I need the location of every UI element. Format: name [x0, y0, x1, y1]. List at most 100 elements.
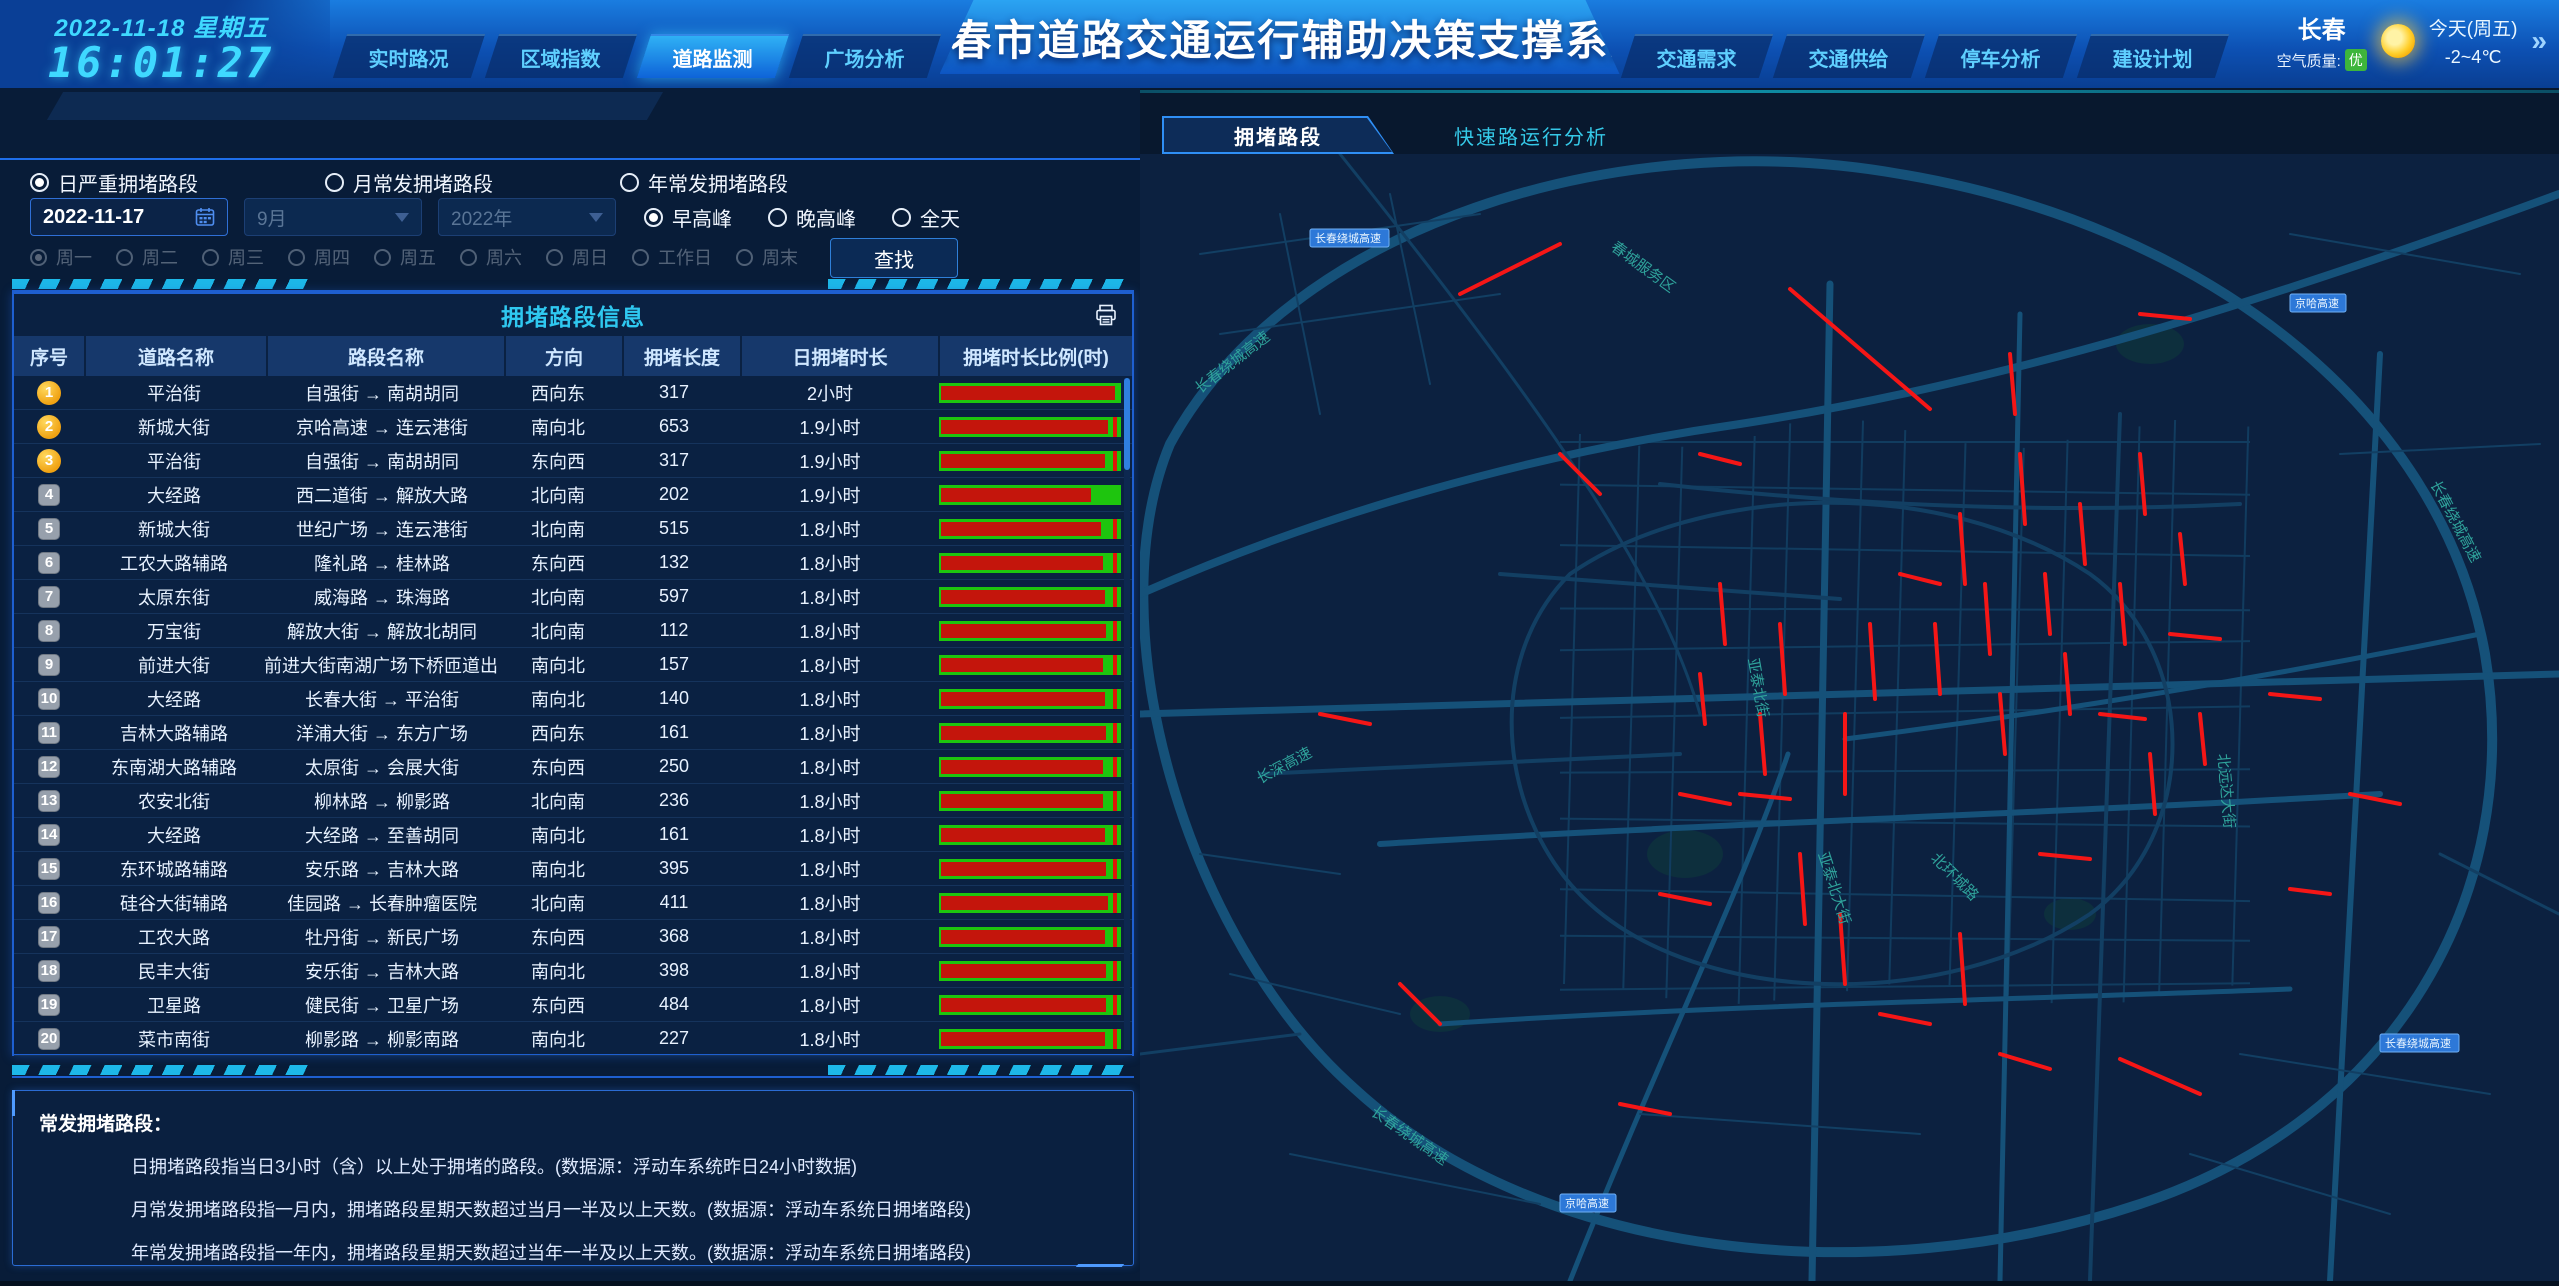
congested-segment[interactable]	[2170, 634, 2220, 639]
congested-segment[interactable]	[1935, 624, 1940, 694]
table-cell	[928, 723, 1132, 743]
weekday-option-6[interactable]: 周日	[546, 244, 608, 270]
table-cell: 隆礼路 → 桂林路	[264, 550, 500, 576]
table-row[interactable]: 11吉林大路辅路洋浦大街 → 东方广场西向东1611.8小时	[14, 716, 1132, 750]
table-cell: 597	[616, 586, 732, 607]
congested-segment[interactable]	[2290, 889, 2330, 894]
congested-segment[interactable]	[1880, 1014, 1930, 1024]
rank-badge: 16	[38, 892, 60, 914]
table-row[interactable]: 6工农大路辅路隆礼路 → 桂林路东向西1321.8小时	[14, 546, 1132, 580]
table-row[interactable]: 19卫星路健民街 → 卫星广场东向西4841.8小时	[14, 988, 1132, 1022]
table-cell	[928, 893, 1132, 913]
city-map[interactable]: 长春绕城高速春城服务区长春绕城高速长春绕城高速长深高速亚泰北街亚泰北大街北环城路…	[1140, 154, 2559, 1281]
table-row[interactable]: 8万宝街解放大街 → 解放北胡同北向南1121.8小时	[14, 614, 1132, 648]
congested-segment[interactable]	[2140, 454, 2145, 514]
map-tab-1[interactable]: 快速路运行分析	[1454, 116, 1608, 154]
weekday-option-1[interactable]: 周二	[116, 244, 178, 270]
nav-tab-right-0[interactable]: 交通需求	[1621, 34, 1773, 78]
table-cell: 202	[616, 484, 732, 505]
congested-segment[interactable]	[2045, 574, 2050, 634]
congestion-type-option-0[interactable]: 日严重拥堵路段	[30, 168, 325, 197]
weekday-option-5[interactable]: 周六	[460, 244, 522, 270]
congested-segment[interactable]	[2040, 854, 2090, 859]
table-row[interactable]: 2新城大街京哈高速 → 连云港街南向北6531.9小时	[14, 410, 1132, 444]
congested-segment[interactable]	[1960, 934, 1965, 1004]
congested-segment[interactable]	[1460, 244, 1560, 294]
scrollbar-thumb[interactable]	[1124, 378, 1130, 470]
table-row[interactable]: 4大经路西二道街 → 解放大路北向南2021.9小时	[14, 478, 1132, 512]
year-select[interactable]: 2022年	[438, 198, 616, 236]
table-row[interactable]: 10大经路长春大街 → 平治街南向北1401.8小时	[14, 682, 1132, 716]
congested-segment[interactable]	[2000, 1054, 2050, 1069]
weekday-option-8[interactable]: 周末	[736, 244, 798, 270]
congested-segment[interactable]	[1740, 794, 1790, 799]
congested-segment[interactable]	[1320, 714, 1370, 724]
congested-segment[interactable]	[2200, 714, 2205, 764]
congested-segment[interactable]	[2000, 694, 2005, 754]
nav-tab-left-3[interactable]: 广场分析	[789, 34, 941, 78]
peak-option-2[interactable]: 全天	[892, 203, 960, 232]
table-row[interactable]: 13农安北街柳林路 → 柳影路北向南2361.8小时	[14, 784, 1132, 818]
search-button[interactable]: 查找	[830, 238, 958, 278]
table-row[interactable]: 5新城大街世纪广场 → 连云港街北向南5151.8小时	[14, 512, 1132, 546]
congestion-type-option-1[interactable]: 月常发拥堵路段	[325, 168, 620, 197]
table-row[interactable]: 3平治街自强街 → 南胡胡同东向西3171.9小时	[14, 444, 1132, 478]
congested-segment[interactable]	[2010, 354, 2015, 414]
peak-option-0[interactable]: 早高峰	[644, 203, 732, 232]
congested-segment[interactable]	[1720, 584, 1725, 644]
weather-expand-icon[interactable]: »	[2531, 25, 2547, 57]
table-row[interactable]: 12东南湖大路辅路太原街 → 会展大街东向西2501.8小时	[14, 750, 1132, 784]
weekday-option-7[interactable]: 工作日	[632, 244, 712, 270]
table-cell	[928, 383, 1132, 403]
table-row[interactable]: 7太原东街威海路 → 珠海路北向南5971.8小时	[14, 580, 1132, 614]
nav-tab-right-3[interactable]: 建设计划	[2077, 34, 2229, 78]
congested-segment[interactable]	[2100, 714, 2145, 719]
table-cell: 15	[14, 857, 84, 880]
weekday-option-2[interactable]: 周三	[202, 244, 264, 270]
nav-tab-right-1[interactable]: 交通供给	[1773, 34, 1925, 78]
congested-segment[interactable]	[1680, 794, 1730, 804]
congested-segment[interactable]	[1660, 894, 1710, 904]
table-row[interactable]: 18民丰大街安乐街 → 吉林大路南向北3981.8小时	[14, 954, 1132, 988]
congested-segment[interactable]	[2140, 314, 2190, 319]
weekday-option-0[interactable]: 周一	[30, 244, 92, 270]
map-container[interactable]: 长春绕城高速春城服务区长春绕城高速长春绕城高速长深高速亚泰北街亚泰北大街北环城路…	[1140, 154, 2559, 1281]
table-row[interactable]: 16硅谷大街辅路佳园路 → 长春肿瘤医院北向南4111.8小时	[14, 886, 1132, 920]
date-picker[interactable]: 2022-11-17	[30, 198, 228, 236]
radio-label: 周三	[228, 244, 264, 270]
nav-tab-left-2[interactable]: 道路监测	[637, 34, 789, 78]
congested-segment[interactable]	[2080, 504, 2085, 564]
congested-segment[interactable]	[1800, 854, 1805, 924]
month-select[interactable]: 9月	[244, 198, 422, 236]
congested-segment[interactable]	[2120, 1059, 2200, 1094]
weekday-option-3[interactable]: 周四	[288, 244, 350, 270]
congested-segment[interactable]	[1700, 454, 1740, 464]
congestion-type-option-2[interactable]: 年常发拥堵路段	[620, 168, 915, 197]
congested-segment[interactable]	[2180, 534, 2185, 584]
congested-segment[interactable]	[2120, 584, 2125, 644]
print-icon[interactable]	[1094, 303, 1118, 327]
congested-segment[interactable]	[1760, 714, 1765, 774]
congested-segment[interactable]	[1870, 624, 1875, 699]
weekday-option-4[interactable]: 周五	[374, 244, 436, 270]
nav-tab-left-0[interactable]: 实时路况	[333, 34, 485, 78]
column-header: 路段名称	[268, 336, 504, 376]
peak-option-1[interactable]: 晚高峰	[768, 203, 856, 232]
table-row[interactable]: 20菜市南街柳影路 → 柳影南路南向北2271.8小时	[14, 1022, 1132, 1056]
table-row[interactable]: 1平治街自强街 → 南胡胡同西向东3172小时	[14, 376, 1132, 410]
table-row[interactable]: 9前进大街前进大街南湖广场下桥匝道出口 → ...南向北1571.8小时	[14, 648, 1132, 682]
congested-segment[interactable]	[1900, 574, 1940, 584]
nav-tab-left-1[interactable]: 区域指数	[485, 34, 637, 78]
radio-label: 月常发拥堵路段	[353, 168, 493, 197]
table-cell: 工农大路辅路	[84, 550, 264, 576]
congested-segment[interactable]	[1790, 289, 1930, 409]
map-tab-0[interactable]: 拥堵路段	[1162, 116, 1394, 154]
table-row[interactable]: 14大经路大经路 → 至善胡同南向北1611.8小时	[14, 818, 1132, 852]
nav-tab-right-2[interactable]: 停车分析	[1925, 34, 2077, 78]
table-row[interactable]: 15东环城路辅路安乐路 → 吉林大路南向北3951.8小时	[14, 852, 1132, 886]
table-scrollbar[interactable]	[1124, 378, 1130, 1050]
table-row[interactable]: 17工农大路牡丹街 → 新民广场东向西3681.8小时	[14, 920, 1132, 954]
congested-segment[interactable]	[1985, 584, 1990, 654]
congested-segment[interactable]	[2065, 654, 2070, 714]
congested-segment[interactable]	[2270, 694, 2320, 699]
